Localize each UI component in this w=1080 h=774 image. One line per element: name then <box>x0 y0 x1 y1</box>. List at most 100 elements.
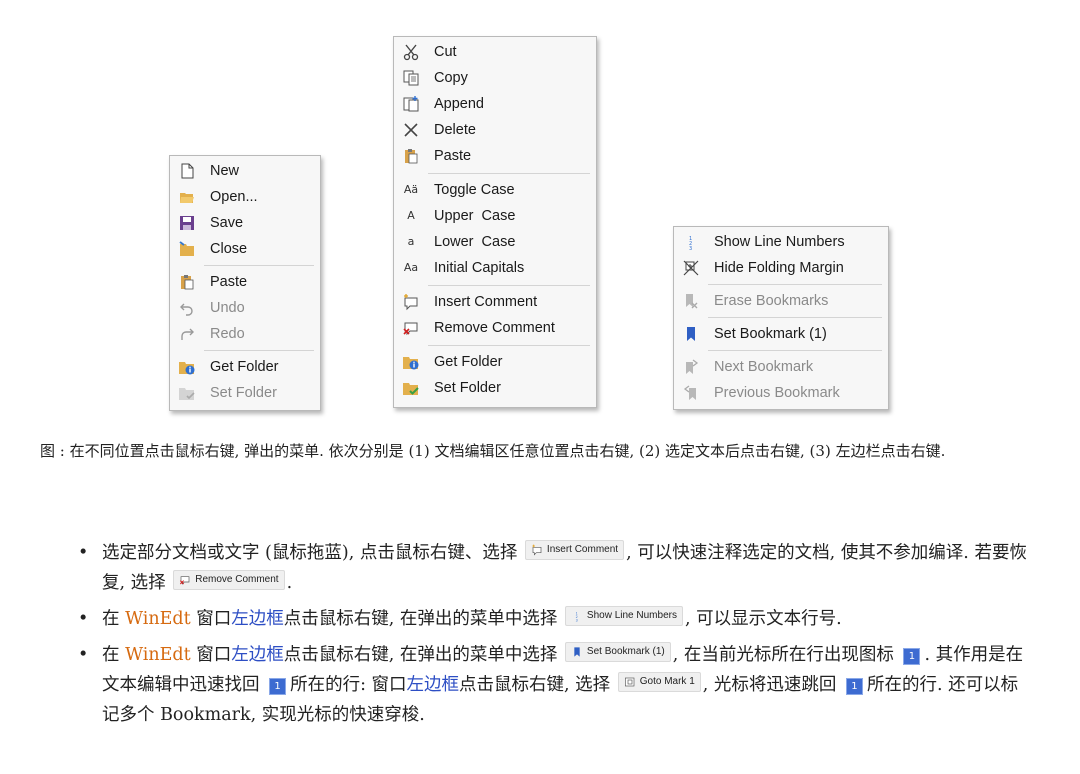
menu-separator <box>708 317 882 318</box>
menu-item-label: Show Line Numbers <box>714 234 845 250</box>
menu-item-append[interactable]: Append <box>394 92 596 116</box>
chip-label: Show Line Numbers <box>586 610 677 621</box>
menu-item-label: Toggle Case <box>434 182 515 198</box>
menu-item-set-folder[interactable]: Set Folder <box>394 376 596 400</box>
menu-item-label: Get Folder <box>210 359 279 375</box>
chip-label: Insert Comment <box>546 544 619 555</box>
get-folder-icon <box>402 353 420 371</box>
svg-text:3: 3 <box>576 618 578 622</box>
menu-item-close[interactable]: Close <box>170 237 320 261</box>
menu-item-copy[interactable]: Copy <box>394 66 596 90</box>
menu-item-insert-comment[interactable]: Insert Comment <box>394 290 596 314</box>
set-folder-icon <box>178 384 196 402</box>
line-numbers-icon: 123 <box>576 612 578 622</box>
bookmark-icon <box>682 325 700 343</box>
chip-label: Set Bookmark (1) <box>586 646 665 657</box>
menu-item-label: Remove Comment <box>434 320 555 336</box>
show-line-numbers-chip: 123 Show Line Numbers <box>564 606 683 626</box>
bookmark-icon <box>574 647 580 657</box>
new-file-icon <box>178 162 196 180</box>
left-margin-link[interactable]: 左边框 <box>407 675 460 695</box>
context-menu-editor: New Open... Save Close Paste Undo Redo G <box>169 155 321 411</box>
menu-item-label: Cut <box>434 44 457 60</box>
goto-mark-chip: Goto Mark 1 <box>617 672 701 692</box>
menu-item-label: Hide Folding Margin <box>714 260 844 276</box>
text: 所在的行: 窗口 <box>290 675 407 695</box>
chip-label: Goto Mark 1 <box>639 676 695 687</box>
redo-icon <box>178 325 196 343</box>
menu-separator <box>708 284 882 285</box>
menu-item-label: Undo <box>210 300 245 316</box>
menu-item-label: Initial Capitals <box>434 260 525 276</box>
menu-item-initial-capitals[interactable]: Aa Initial Capitals <box>394 256 596 280</box>
remove-comment-icon <box>402 319 420 337</box>
menu-separator <box>428 173 590 174</box>
bookmark-mark-icon: 1 <box>845 678 863 695</box>
insert-comment-icon <box>402 293 420 311</box>
menu-item-paste[interactable]: Paste <box>394 144 596 168</box>
menu-item-paste[interactable]: Paste <box>170 270 320 294</box>
scissors-icon <box>402 43 420 61</box>
menu-item-label: Erase Bookmarks <box>714 293 829 309</box>
menu-item-upper-case[interactable]: A Upper Case <box>394 204 596 228</box>
menu-item-previous-bookmark[interactable]: Previous Bookmark <box>674 381 888 405</box>
left-margin-link[interactable]: 左边框 <box>231 645 284 665</box>
upper-case-icon: A <box>407 209 415 222</box>
insert-comment-icon <box>532 544 542 556</box>
menu-item-label: Set Folder <box>210 385 277 401</box>
list-item: 在 WinEdt 窗口左边框点击鼠标右键, 在弹出的菜单中选择 Set Book… <box>78 640 1028 730</box>
text: 窗口 <box>196 609 232 629</box>
menu-item-cut[interactable]: Cut <box>394 40 596 64</box>
copy-icon <box>402 69 420 87</box>
text: 在 <box>102 645 120 665</box>
menu-item-label: Lower Case <box>434 234 516 250</box>
insert-comment-chip: Insert Comment <box>524 540 625 560</box>
menu-item-label: Previous Bookmark <box>714 385 840 401</box>
menu-item-label: Next Bookmark <box>714 359 814 375</box>
left-margin-link[interactable]: 左边框 <box>231 609 284 629</box>
lower-case-icon: a <box>407 235 415 248</box>
text: 选定部分文档或文字 (鼠标拖蓝), 点击鼠标右键、选择 <box>102 543 518 563</box>
menu-item-lower-case[interactable]: a Lower Case <box>394 230 596 254</box>
delete-icon <box>402 121 420 139</box>
text: 点击鼠标右键, 在弹出的菜单中选择 <box>283 645 558 665</box>
text: 在 <box>102 609 120 629</box>
menu-separator <box>708 350 882 351</box>
menu-item-label: Paste <box>434 148 472 164</box>
menu-item-toggle-case[interactable]: Aä Toggle Case <box>394 178 596 202</box>
text: . <box>286 573 293 593</box>
menu-item-label: Paste <box>210 274 248 290</box>
menu-item-undo[interactable]: Undo <box>170 296 320 320</box>
append-icon <box>402 95 420 113</box>
menu-item-next-bookmark[interactable]: Next Bookmark <box>674 355 888 379</box>
menu-item-open[interactable]: Open... <box>170 185 320 209</box>
menu-item-hide-folding-margin[interactable]: Hide Folding Margin <box>674 256 888 280</box>
menu-item-save[interactable]: Save <box>170 211 320 235</box>
erase-bookmarks-icon <box>682 292 700 310</box>
previous-bookmark-icon <box>682 384 700 402</box>
menu-item-label: New <box>210 163 240 179</box>
text: 点击鼠标右键, 在弹出的菜单中选择 <box>283 609 558 629</box>
bookmark-mark-icon: 1 <box>903 648 921 665</box>
menu-separator <box>204 350 314 351</box>
menu-item-show-line-numbers[interactable]: 123 Show Line Numbers <box>674 230 888 254</box>
menu-item-set-bookmark[interactable]: Set Bookmark (1) <box>674 322 888 346</box>
list-item: 选定部分文档或文字 (鼠标拖蓝), 点击鼠标右键、选择 Insert Comme… <box>78 538 1028 598</box>
menu-item-get-folder[interactable]: Get Folder <box>170 355 320 379</box>
bookmark-mark-icon: 1 <box>269 678 287 695</box>
menu-item-remove-comment[interactable]: Remove Comment <box>394 316 596 340</box>
text: , 在当前光标所在行出现图标 <box>672 645 894 665</box>
menu-item-new[interactable]: New <box>170 159 320 183</box>
menu-item-label: Copy <box>434 70 468 86</box>
folding-margin-icon <box>682 259 700 277</box>
menu-item-set-folder[interactable]: Set Folder <box>170 381 320 405</box>
text: , 可以显示文本行号. <box>684 609 842 629</box>
menu-separator <box>204 265 314 266</box>
menu-item-label: Set Folder <box>434 380 501 396</box>
menu-item-redo[interactable]: Redo <box>170 322 320 346</box>
menu-item-label: Open... <box>210 189 258 205</box>
menu-item-delete[interactable]: Delete <box>394 118 596 142</box>
menu-item-get-folder[interactable]: Get Folder <box>394 350 596 374</box>
menu-item-erase-bookmarks[interactable]: Erase Bookmarks <box>674 289 888 313</box>
text: 窗口 <box>196 645 232 665</box>
